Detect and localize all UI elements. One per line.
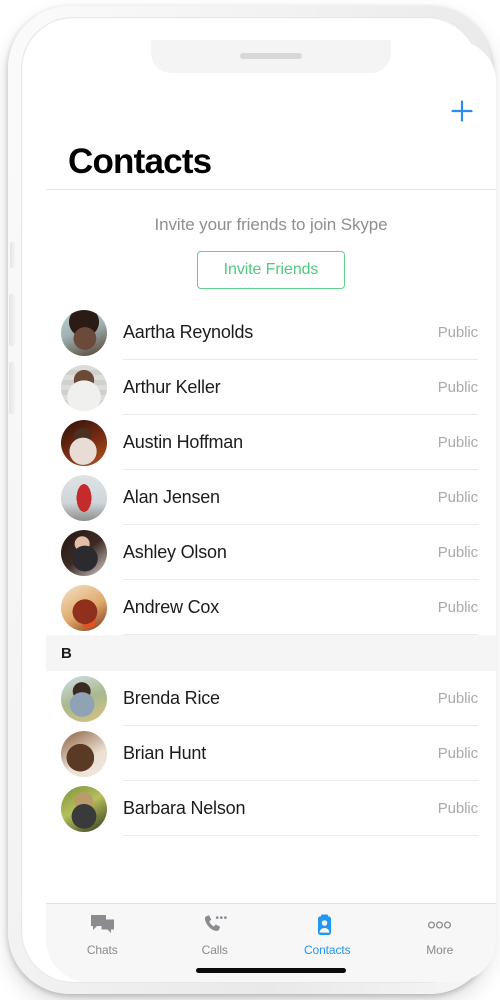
contact-row[interactable]: Ashley Olson Public [46, 525, 496, 580]
contact-status: Public [437, 379, 478, 396]
contact-row[interactable]: Aartha Reynolds Public [46, 305, 496, 360]
contact-row[interactable]: Barbara Nelson Public [46, 781, 496, 836]
contact-row[interactable]: Arthur Keller Public [46, 360, 496, 415]
phone-bezel: Contacts Invite your friends to join Sky… [21, 17, 496, 983]
contact-status: Public [437, 544, 478, 561]
contact-list[interactable]: Aartha Reynolds Public Arthur Keller Public… [46, 305, 496, 903]
contact-name: Alan Jensen [123, 487, 220, 507]
navigation-bar: Contacts [46, 73, 496, 190]
contact-name: Andrew Cox [123, 597, 220, 617]
avatar [61, 474, 107, 521]
invite-friends-button[interactable]: Invite Friends [196, 251, 346, 289]
avatar [61, 584, 107, 631]
contact-name: Brian Hunt [123, 743, 207, 763]
add-contact-button[interactable] [442, 93, 482, 133]
contact-row[interactable]: Alan Jensen Public [46, 470, 496, 525]
home-indicator [196, 968, 346, 973]
avatar [61, 364, 107, 411]
invite-subtitle: Invite your friends to join Skype [154, 215, 388, 234]
contact-status: Public [437, 800, 478, 817]
more-dots-icon [427, 912, 452, 938]
contact-status: Public [437, 489, 478, 506]
avatar [61, 675, 107, 722]
device-notch [151, 40, 391, 73]
avatar [61, 785, 107, 832]
avatar [61, 309, 107, 356]
tab-label: Calls [201, 943, 228, 957]
speaker-grill-icon [240, 53, 302, 59]
volume-down-button[interactable] [9, 362, 15, 414]
phone-icon [202, 912, 227, 938]
contact-status: Public [437, 745, 478, 762]
silent-switch[interactable] [10, 242, 15, 268]
contact-status: Public [437, 434, 478, 451]
avatar [61, 419, 107, 466]
contact-name: Austin Hoffman [123, 432, 243, 452]
contact-status: Public [437, 599, 478, 616]
contact-name: Aartha Reynolds [123, 322, 254, 342]
page-title: Contacts [68, 142, 212, 181]
contact-name: Ashley Olson [123, 542, 227, 562]
avatar [61, 730, 107, 777]
phone-screen: Contacts Invite your friends to join Sky… [46, 40, 496, 982]
tab-label: More [426, 943, 454, 957]
contact-status: Public [437, 690, 478, 707]
contact-row[interactable]: Brian Hunt Public [46, 726, 496, 781]
contact-row[interactable]: Brenda Rice Public [46, 671, 496, 726]
row-divider [123, 634, 478, 635]
contact-name: Barbara Nelson [123, 798, 246, 818]
row-divider [123, 835, 478, 836]
plus-icon [449, 98, 475, 129]
chat-bubbles-icon [90, 912, 115, 938]
invite-section: Invite your friends to join Skype Invite… [46, 190, 496, 305]
contact-name: Brenda Rice [123, 688, 220, 708]
phone-frame: Contacts Invite your friends to join Sky… [8, 6, 496, 994]
tab-label: Chats [86, 943, 118, 957]
tab-more[interactable]: More [384, 912, 497, 982]
contact-row[interactable]: Andrew Cox Public [46, 580, 496, 635]
tab-chats[interactable]: Chats [46, 912, 159, 982]
avatar [61, 529, 107, 576]
contact-status: Public [437, 324, 478, 341]
volume-up-button[interactable] [9, 294, 15, 346]
contact-row[interactable]: Austin Hoffman Public [46, 415, 496, 470]
section-header: B [46, 635, 496, 671]
contact-name: Arthur Keller [123, 377, 221, 397]
tab-label: Contacts [303, 943, 351, 957]
contact-card-icon [315, 912, 340, 938]
